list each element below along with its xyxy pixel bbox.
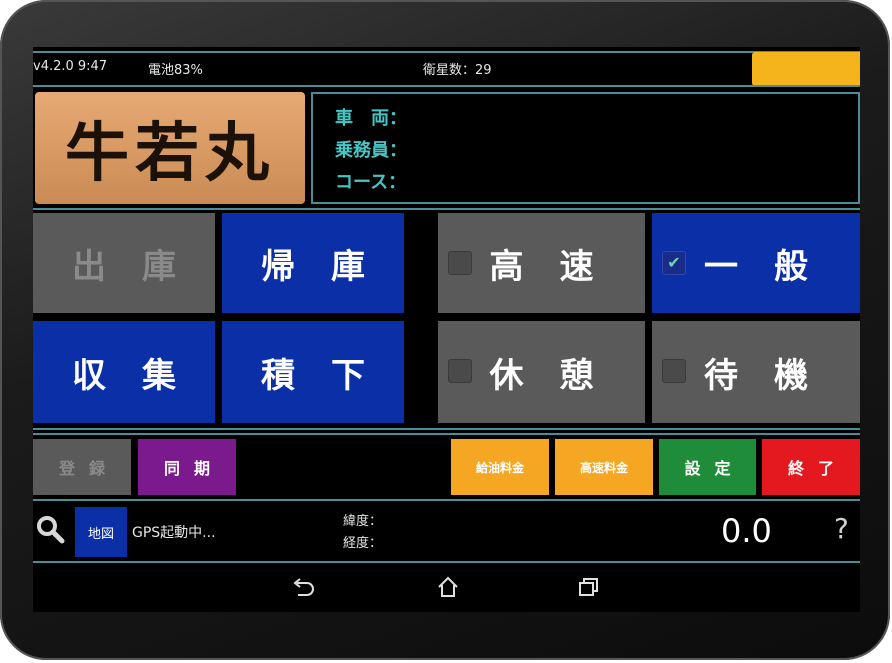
info-panel: 車 両： 乗務員： コース： (311, 92, 860, 204)
company-logo: 牛若丸 (35, 92, 305, 204)
vehicle-label: 車 両： (335, 108, 407, 129)
exit-button[interactable]: 終了 (762, 439, 860, 495)
tablet-frame: v4.2.0 9:47 電池83% 衛星数：29 牛若丸 車 両： 乗務員： コ… (0, 0, 890, 660)
longitude-label: 経度： (343, 536, 383, 551)
battery-text: 電池83% (148, 63, 203, 78)
standby-button[interactable]: 待機 (652, 321, 860, 423)
divider-actions-top2 (33, 433, 860, 435)
general-checkbox[interactable]: ✔ (662, 251, 686, 275)
sync-button[interactable]: 同期 (138, 439, 236, 495)
highway-checkbox[interactable] (448, 251, 472, 275)
map-button[interactable]: 地図 (75, 507, 127, 557)
depart-button[interactable]: 出庫 (33, 213, 215, 313)
rest-checkbox[interactable] (448, 359, 472, 383)
highway-label: 高速 (489, 246, 630, 287)
divider-bottom (33, 561, 860, 563)
speed-value: 0.0 (721, 512, 772, 550)
system-nav-bar (33, 564, 860, 612)
divider-actions-bottom (33, 499, 860, 501)
standby-checkbox[interactable] (662, 359, 686, 383)
latitude-label: 緯度： (343, 514, 383, 529)
battery-indicator (752, 52, 860, 86)
fuel-fee-button[interactable]: 給油料金 (451, 439, 549, 495)
back-icon[interactable] (291, 578, 315, 598)
divider-main (33, 208, 860, 210)
satellite-count: 衛星数：29 (423, 63, 492, 78)
unload-button[interactable]: 積下 (222, 321, 404, 423)
crew-label: 乗務員： (335, 140, 407, 161)
app-screen: v4.2.0 9:47 電池83% 衛星数：29 牛若丸 車 両： 乗務員： コ… (33, 47, 860, 612)
register-button[interactable]: 登録 (33, 439, 131, 495)
general-button[interactable]: ✔ 一般 (652, 213, 860, 313)
divider-top (33, 51, 860, 53)
rest-button[interactable]: 休憩 (438, 321, 645, 423)
gps-status: GPS起動中... (132, 525, 216, 541)
recents-icon[interactable] (577, 576, 601, 598)
version-time: v4.2.0 9:47 (33, 59, 108, 74)
highway-fee-button[interactable]: 高速料金 (555, 439, 653, 495)
collect-button[interactable]: 収集 (33, 321, 215, 423)
highway-button[interactable]: 高速 (438, 213, 645, 313)
standby-label: 待機 (704, 355, 844, 396)
search-icon[interactable] (35, 514, 65, 544)
help-button[interactable]: ? (834, 512, 849, 545)
settings-button[interactable]: 設定 (659, 439, 756, 495)
divider-status (33, 85, 860, 87)
home-icon[interactable] (436, 576, 460, 598)
course-label: コース： (335, 172, 407, 193)
rest-label: 休憩 (489, 355, 630, 396)
general-label: 一般 (704, 246, 844, 287)
return-button[interactable]: 帰庫 (222, 213, 404, 313)
footer-bar: 地図 GPS起動中... 緯度： 経度： 0.0 ? (33, 502, 860, 560)
divider-actions-top (33, 428, 860, 430)
status-bar: v4.2.0 9:47 電池83% 衛星数：29 (33, 55, 860, 79)
